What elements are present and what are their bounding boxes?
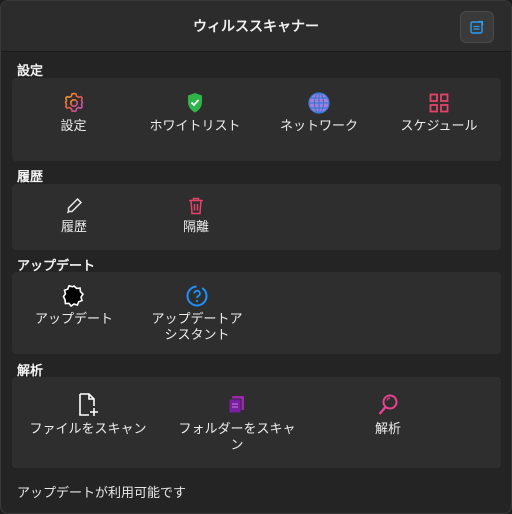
menu-icon [470, 20, 484, 34]
update-button[interactable]: アップデート [30, 284, 118, 328]
scan-file-label: ファイルをスキャン [29, 422, 147, 437]
scan-folder-label-line1: フォルダーをスキャ [178, 422, 296, 437]
schedule-button[interactable]: スケジュール [395, 91, 483, 135]
update-assistant-label-line2: シスタント [164, 328, 230, 343]
folder-icon [228, 396, 244, 414]
network-label: ネットワーク [279, 119, 358, 134]
question-circle-icon [186, 285, 208, 307]
network-button[interactable]: ネットワーク [271, 91, 367, 135]
analysis-button[interactable]: 解析 [367, 392, 409, 438]
title-bar: ウィルススキャナー [1, 1, 511, 52]
scan-file-button[interactable]: ファイルをスキャン [24, 392, 152, 438]
pencil-icon [66, 197, 83, 214]
update-assistant-label-line1: アップデートア [151, 312, 243, 327]
quarantine-button[interactable]: 隔離 [174, 196, 218, 236]
section-header-settings: 設定 [17, 64, 44, 79]
panel-update: アップデート アップデートア シスタント [12, 272, 501, 354]
history-label: 履歴 [60, 220, 87, 235]
panel-settings: 設定 ホワイトリスト ネットワーク スケジュール [12, 78, 501, 161]
analysis-label: 解析 [374, 422, 401, 437]
scan-folder-label-line2: ン [230, 438, 244, 453]
panel-history: 履歴 隔離 [12, 184, 501, 250]
badge-icon [62, 284, 85, 308]
globe-icon [308, 92, 330, 114]
trash-icon [189, 197, 203, 215]
panel-analysis: ファイルをスキャン フォルダーをスキャ ン 解析 [12, 377, 501, 468]
update-assistant-button[interactable]: アップデートア シスタント [143, 284, 251, 344]
window-title: ウィルススキャナー [193, 19, 319, 35]
status-text: アップデートが利用可能です [17, 486, 187, 501]
section-header-history: 履歴 [17, 170, 44, 185]
scan-folder-button[interactable]: フォルダーをスキャ ン [173, 392, 301, 454]
app-window: ウィルススキャナー 設定 設定 ホワイトリスト ネットワーク スケジュール 履歴… [0, 0, 512, 514]
settings-button[interactable]: 設定 [42, 91, 105, 135]
magnifier-icon [378, 394, 398, 415]
grid-icon [429, 93, 449, 113]
settings-label: 設定 [60, 119, 87, 134]
file-add-icon [79, 393, 98, 416]
schedule-label: スケジュール [400, 119, 478, 134]
whitelist-button[interactable]: ホワイトリスト [139, 91, 251, 135]
quarantine-label: 隔離 [182, 220, 209, 235]
history-button[interactable]: 履歴 [54, 196, 94, 236]
gear-icon [64, 92, 83, 113]
shield-check-icon [188, 93, 202, 113]
whitelist-label: ホワイトリスト [149, 119, 241, 134]
menu-button[interactable] [460, 11, 494, 43]
update-label: アップデート [34, 312, 113, 327]
